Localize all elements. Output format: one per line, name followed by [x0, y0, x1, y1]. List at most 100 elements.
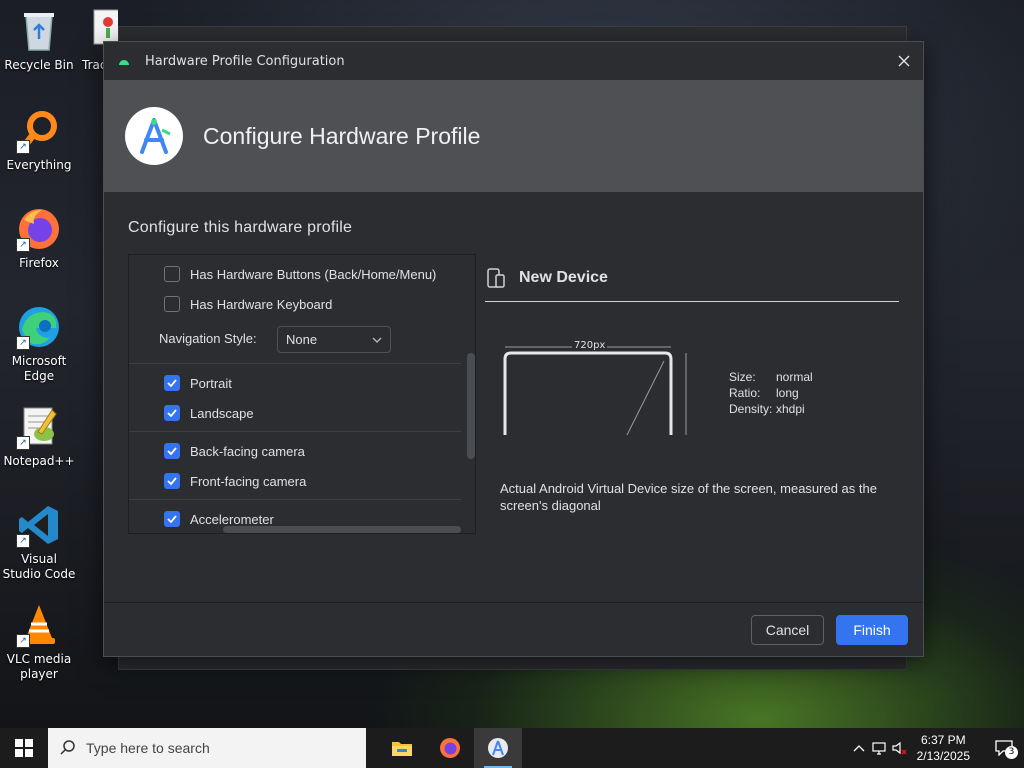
section-title: Configure this hardware profile: [128, 219, 353, 236]
volume-muted-icon[interactable]: [889, 741, 909, 755]
shortcut-arrow-icon: ↗: [16, 336, 30, 350]
system-tray: 6:37 PM 2/13/2025 3: [849, 728, 1024, 768]
spec-key: Ratio:: [729, 386, 761, 400]
option-hardware-keyboard[interactable]: Has Hardware Keyboard: [129, 296, 461, 312]
divider: [129, 499, 461, 500]
option-label: Has Hardware Buttons (Back/Home/Menu): [190, 266, 437, 282]
chevron-down-icon: [372, 337, 382, 343]
file-explorer-icon: [392, 742, 412, 756]
front-camera-checkbox[interactable]: [164, 473, 180, 489]
hardware-profile-dialog: Hardware Profile Configuration Configure…: [103, 41, 924, 657]
desktop-icon-vscode[interactable]: ↗ Visual Studio Code: [1, 502, 77, 582]
device-description: Actual Android Virtual Device size of th…: [500, 481, 877, 513]
shortcut-arrow-icon: ↗: [16, 534, 30, 548]
taskbar-search-box[interactable]: Type here to search: [48, 728, 366, 768]
option-accelerometer[interactable]: Accelerometer: [129, 511, 461, 527]
clock-time: 6:37 PM: [920, 733, 966, 747]
option-label: Landscape: [190, 405, 254, 421]
option-label: Front-facing camera: [190, 473, 307, 489]
divider: [129, 431, 461, 432]
landscape-checkbox[interactable]: [164, 405, 180, 421]
option-label: Back-facing camera: [190, 443, 305, 459]
back-camera-checkbox[interactable]: [164, 443, 180, 459]
finish-button[interactable]: Finish: [836, 615, 908, 645]
desktop-icon-recycle-bin[interactable]: Recycle Bin: [1, 8, 77, 73]
device-divider: [485, 301, 899, 302]
hardware-keyboard-checkbox[interactable]: [164, 296, 180, 312]
taskbar: Type here to search 6:37 PM 2/13/2025 3: [0, 728, 1024, 768]
firefox-icon: ↗: [16, 206, 62, 252]
clock-date: 2/13/2025: [916, 749, 970, 763]
desktop-icon-notepadpp[interactable]: ↗ Notepad++: [1, 404, 77, 469]
option-hardware-buttons[interactable]: Has Hardware Buttons (Back/Home/Menu): [129, 266, 461, 282]
horizontal-scrollbar[interactable]: [223, 526, 461, 533]
edge-icon: ↗: [16, 304, 62, 350]
shortcut-arrow-icon: ↗: [16, 436, 30, 450]
notepad-plus-plus-icon: ↗: [16, 404, 62, 450]
dialog-titlebar[interactable]: Hardware Profile Configuration: [104, 42, 923, 80]
devices-icon: [487, 268, 505, 288]
desktop-icon-label: Notepad++: [3, 454, 75, 468]
desktop-icon-label: Recycle Bin: [4, 58, 74, 72]
banner-title: Configure Hardware Profile: [203, 122, 481, 149]
taskbar-clock[interactable]: 6:37 PM 2/13/2025: [917, 732, 970, 764]
shortcut-arrow-icon: ↗: [16, 238, 30, 252]
vlc-icon: ↗: [16, 602, 62, 648]
divider: [129, 363, 461, 364]
spec-value: normal: [776, 370, 813, 384]
notification-count-badge: 3: [1005, 746, 1018, 759]
spec-value: long: [776, 386, 799, 400]
hardware-options-panel[interactable]: Has Hardware Buttons (Back/Home/Menu) Ha…: [128, 254, 476, 534]
network-icon[interactable]: [869, 741, 889, 755]
search-icon: [60, 740, 75, 755]
screen-outline-diagram: [503, 346, 687, 436]
desktop-icon-everything[interactable]: ↗ Everything: [1, 108, 77, 173]
cancel-button[interactable]: Cancel: [751, 615, 824, 645]
start-button[interactable]: [0, 728, 48, 768]
option-label: Portrait: [190, 375, 232, 391]
desktop-icon-label: Microsoft Edge: [11, 354, 67, 383]
close-icon[interactable]: [893, 50, 915, 72]
taskbar-file-explorer[interactable]: [378, 728, 426, 768]
option-portrait[interactable]: Portrait: [129, 375, 461, 391]
shortcut-arrow-icon: ↗: [16, 140, 30, 154]
device-preview-panel: New Device 720px Size: normal Ratio: long …: [485, 255, 899, 513]
dialog-banner: Configure Hardware Profile: [104, 80, 923, 192]
desktop-icon-vlc[interactable]: ↗ VLC media player: [1, 602, 77, 682]
navigation-style-value: None: [286, 332, 318, 347]
taskbar-android-studio[interactable]: [474, 728, 522, 768]
desktop-icon-label: VLC media player: [6, 652, 72, 681]
chevron-up-icon[interactable]: [849, 744, 869, 752]
android-head-icon: [119, 60, 129, 65]
option-back-camera[interactable]: Back-facing camera: [129, 443, 461, 459]
desktop-icon-label: Visual Studio Code: [2, 552, 76, 581]
device-name: New Device: [519, 269, 608, 286]
device-header: New Device: [485, 255, 899, 301]
desktop-icon-firefox[interactable]: ↗ Firefox: [1, 206, 77, 271]
portrait-checkbox[interactable]: [164, 375, 180, 391]
taskbar-firefox[interactable]: [426, 728, 474, 768]
option-label: Accelerometer: [190, 511, 274, 527]
android-studio-icon: [488, 738, 508, 758]
desktop-icon-edge[interactable]: ↗ Microsoft Edge: [1, 304, 77, 384]
hardware-buttons-checkbox[interactable]: [164, 266, 180, 282]
shortcut-arrow-icon: ↗: [16, 634, 30, 648]
screen-width-label: 720px: [572, 340, 608, 351]
navigation-style-label: Navigation Style:: [159, 331, 257, 346]
notifications-icon[interactable]: 3: [984, 740, 1024, 759]
option-front-camera[interactable]: Front-facing camera: [129, 473, 461, 489]
spec-value: xhdpi: [776, 402, 805, 416]
search-magnifier-icon: ↗: [16, 108, 62, 154]
navigation-style-select[interactable]: None: [277, 326, 391, 353]
dialog-title: Hardware Profile Configuration: [145, 53, 345, 69]
spec-key: Density:: [729, 402, 773, 416]
spec-key: Size:: [729, 370, 756, 384]
accelerometer-checkbox[interactable]: [164, 511, 180, 527]
screen-preview: 720px: [501, 339, 701, 436]
vertical-scrollbar[interactable]: [467, 353, 475, 459]
search-placeholder: Type here to search: [86, 740, 210, 756]
option-landscape[interactable]: Landscape: [129, 405, 461, 421]
desktop-icon-label: Everything: [6, 158, 72, 172]
android-studio-logo-icon: [125, 107, 183, 165]
recycle-bin-icon: [16, 8, 62, 54]
